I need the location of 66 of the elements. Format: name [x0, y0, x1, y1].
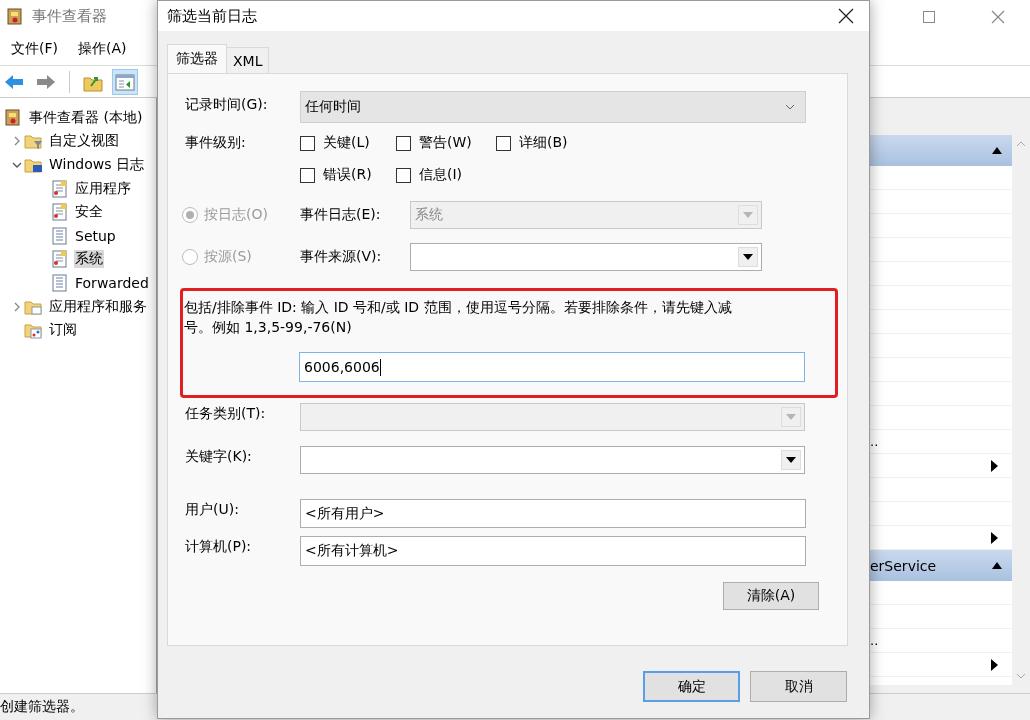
log-page-icon [50, 250, 68, 269]
close-icon [838, 8, 854, 24]
toolbar-button[interactable] [112, 68, 138, 95]
folder-page-icon [24, 321, 42, 340]
maximize-icon [923, 10, 935, 23]
tree-item[interactable]: 应用程序 [74, 179, 132, 198]
action-item[interactable]: .. [870, 434, 998, 449]
log-book-icon [4, 108, 22, 127]
list-page-icon [50, 226, 68, 245]
tree-item[interactable]: 应用程序和服务 [48, 297, 148, 316]
field-label: 关键字(K): [185, 447, 253, 466]
actions-header[interactable] [870, 135, 1012, 166]
dropdown-arrow-icon [743, 254, 753, 260]
folder-filter-icon [24, 132, 42, 151]
dropdown-arrow-icon [786, 414, 796, 420]
field-label: 任务类别(T): [185, 404, 267, 423]
field-label: 事件日志(E): [300, 206, 382, 224]
level-checkbox[interactable]: 信息(I) [396, 166, 496, 184]
computer-field[interactable]: <所有计算机> [300, 536, 806, 566]
time-dropdown[interactable]: 任何时间 [300, 91, 806, 123]
level-checkbox[interactable]: 错误(R) [300, 166, 396, 184]
list-page-icon [50, 273, 68, 292]
ok-button[interactable]: 确定 [643, 671, 740, 702]
collapse-triangle-icon [992, 147, 1002, 154]
status-text: 创建筛选器。 [0, 698, 84, 716]
dropdown-arrow-icon [743, 212, 753, 218]
clear-button[interactable]: 清除(A) [723, 582, 819, 610]
actions-header[interactable]: erService [870, 550, 1012, 581]
keyword-dropdown[interactable] [300, 446, 805, 474]
tree-item[interactable]: Windows 日志 [48, 156, 145, 174]
level-checkbox[interactable]: 警告(W) [396, 134, 496, 152]
level-checkbox[interactable]: 关键(L) [300, 134, 396, 152]
event-id-field[interactable]: 6006,6006 [299, 352, 805, 382]
tab[interactable]: 筛选器 [167, 44, 227, 73]
field-label: 用户(U): [185, 500, 240, 519]
tree-item[interactable]: 系统 [74, 250, 104, 269]
close-icon [991, 9, 1005, 24]
log-page-icon [50, 203, 68, 222]
menu-item[interactable]: 文件(F) [8, 38, 61, 60]
scroll-down-icon [1016, 673, 1026, 679]
user-field[interactable]: <所有用户> [300, 499, 806, 528]
collapse-triangle-icon [992, 562, 1002, 569]
tab[interactable]: XML [226, 47, 270, 73]
action-item[interactable]: .. [870, 633, 998, 648]
tree-item[interactable]: 事件查看器 (本地) [28, 108, 144, 127]
log-page-icon [50, 179, 68, 198]
field-label: 计算机(P): [185, 537, 253, 556]
field-label: 事件来源(V): [300, 248, 383, 266]
tree-item[interactable]: Forwarded [74, 274, 150, 291]
app-icon [6, 7, 24, 26]
chevron-down-icon [785, 104, 795, 110]
tree-item[interactable]: 订阅 [48, 321, 78, 340]
folder-screen-icon [24, 156, 42, 174]
scroll-up-icon [1016, 141, 1026, 147]
cancel-button[interactable]: 取消 [750, 671, 847, 702]
tree-item[interactable]: 自定义视图 [48, 132, 120, 151]
menu-item[interactable]: 操作(A) [75, 38, 130, 60]
dialog-title: 筛选当前日志 [167, 6, 258, 26]
field-label: 记录时间(G): [185, 95, 269, 114]
dropdown-arrow-icon [786, 457, 796, 463]
tree-item[interactable]: 安全 [74, 203, 104, 222]
level-checkbox[interactable]: 详细(B) [496, 134, 847, 152]
field-label: 包括/排除事件 ID: 输入 ID 号和/或 ID 范围，使用逗号分隔。若要排除条件，请先键入减号。例如 1,3,5-99,-76(N) [184, 298, 733, 337]
tree-item[interactable]: Setup [74, 227, 117, 244]
window-title: 事件查看器 [32, 7, 107, 26]
field-label: 事件级别: [185, 134, 247, 152]
